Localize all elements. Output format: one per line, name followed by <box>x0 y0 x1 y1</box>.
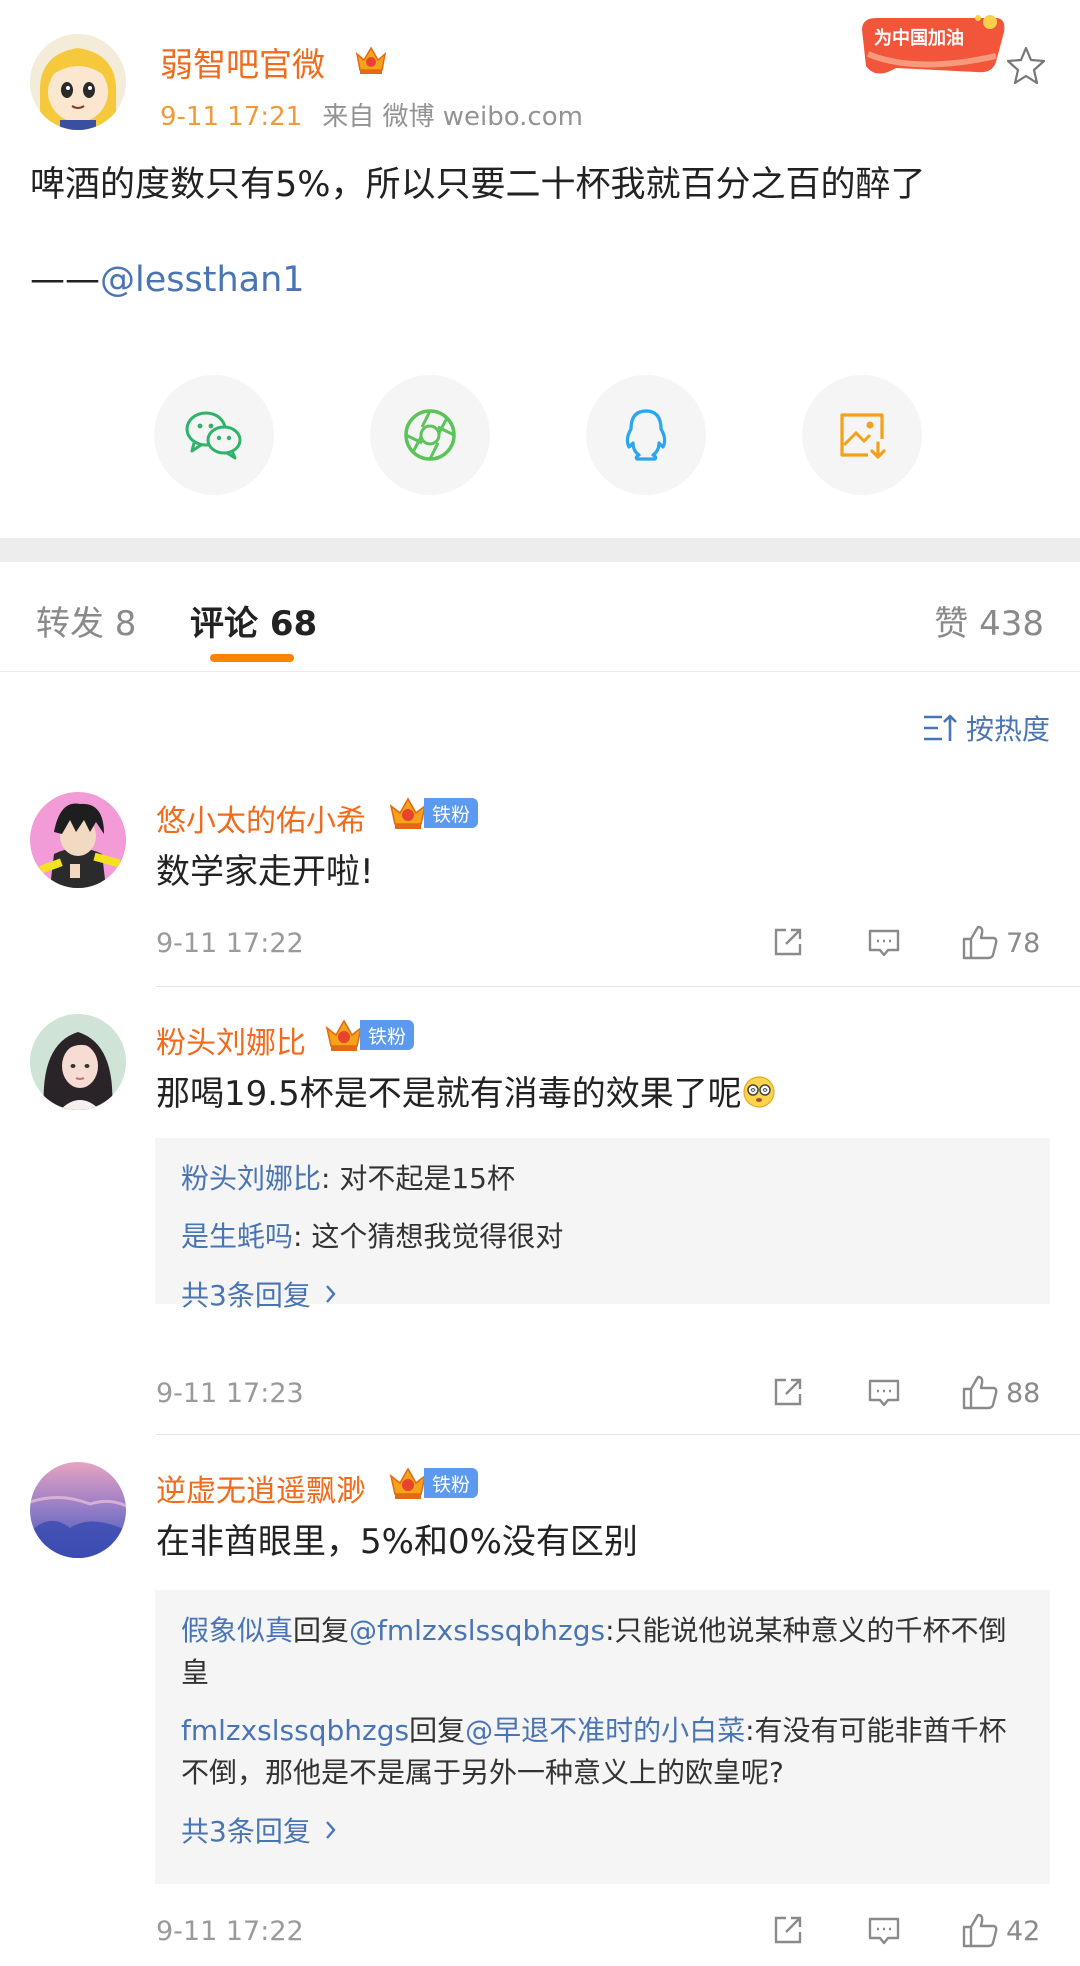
post-meta: 9-11 17:21 来自 微博 weibo.com <box>160 96 583 133</box>
comment-divider <box>156 1434 1080 1435</box>
like-icon[interactable] <box>958 1908 1002 1952</box>
post-source: 来自 微博 weibo.com <box>322 102 583 132</box>
vip-crown-icon <box>355 46 387 74</box>
comment-item: 逆虚无逍遥飘渺 铁粉 在非酋眼里，5%和0%没有区别 假象似真回复@fmlzxs… <box>0 1462 1080 1966</box>
comment-time: 9-11 17:22 <box>156 1916 304 1947</box>
reply-text: : 这个猜想我觉得很对 <box>293 1220 564 1253</box>
reply-icon[interactable] <box>862 1908 906 1952</box>
weibo-post: 弱智吧官微 9-11 17:21 来自 微博 weibo.com 为中国加油 啤酒… <box>0 0 1080 538</box>
chevron-right-icon <box>325 1821 336 1839</box>
fan-badge: 铁粉 <box>388 794 479 832</box>
active-tab-indicator <box>210 654 294 662</box>
tab-like[interactable]: 赞 438 <box>934 596 1044 645</box>
reply-mention[interactable]: @早退不准时的小白菜 <box>465 1714 745 1747</box>
save-image-icon <box>840 413 886 459</box>
reply-icon[interactable] <box>862 1370 906 1414</box>
fan-badge: 铁粉 <box>388 1464 479 1502</box>
author-name[interactable]: 弱智吧官微 <box>160 38 325 86</box>
fan-crown-icon <box>389 797 427 829</box>
cheer-china-badge: 为中国加油 <box>856 10 1008 80</box>
reply-line: fmlzxslssqbhzgs回复@早退不准时的小白菜:有没有可能非酋千杯不倒，… <box>181 1710 1024 1794</box>
commenter-avatar[interactable] <box>30 1462 126 1558</box>
save-image-button[interactable] <box>802 375 922 495</box>
tab-repost[interactable]: 转发 8 <box>36 596 136 645</box>
more-replies-link[interactable]: 共3条回复 <box>181 1810 345 1850</box>
commenter-avatar[interactable] <box>30 792 126 888</box>
qq-icon <box>625 409 667 461</box>
comment-time: 9-11 17:23 <box>156 1378 304 1409</box>
wechat-icon <box>185 411 242 460</box>
reply-text: : 对不起是15杯 <box>321 1162 515 1195</box>
post-text: 啤酒的度数只有5%，所以只要二十杯我就百分之百的醉了 <box>30 165 926 205</box>
author-avatar[interactable] <box>30 34 126 130</box>
comment-footer: 9-11 17:23 88 <box>156 1370 1050 1420</box>
fan-badge: 铁粉 <box>324 1016 415 1054</box>
cheer-china-text: 为中国加油 <box>874 27 964 49</box>
commenter-avatar[interactable] <box>30 1014 126 1110</box>
reply-line: 是生蚝吗: 这个猜想我觉得很对 <box>181 1216 1024 1258</box>
like-count: 88 <box>1006 1378 1041 1409</box>
commenter-name[interactable]: 逆虚无逍遥飘渺 <box>156 1466 366 1510</box>
moments-icon <box>404 409 456 461</box>
reply-verb: 回复 <box>409 1714 466 1747</box>
dizzy-face-emoji-icon <box>743 1076 775 1108</box>
comment-text: 那喝19.5杯是不是就有消毒的效果了呢 <box>156 1066 776 1115</box>
reply-user[interactable]: 假象似真 <box>181 1614 293 1647</box>
reply-preview-box[interactable]: 假象似真回复@fmlzxslssqbhzgs:只能说他说某种意义的千杯不倒皇 f… <box>155 1590 1050 1884</box>
signature-dash: —— <box>30 260 100 300</box>
fan-label: 铁粉 <box>424 1468 479 1498</box>
fan-crown-icon <box>389 1467 427 1499</box>
reply-user[interactable]: 粉头刘娜比 <box>181 1162 321 1195</box>
comment-divider <box>156 986 1080 987</box>
like-icon[interactable] <box>958 1370 1002 1414</box>
more-replies-label: 共3条回复 <box>181 1815 311 1848</box>
section-divider <box>0 538 1080 562</box>
sort-by-heat-button[interactable]: 按热度 <box>922 708 1050 748</box>
comment-text-body: 那喝19.5杯是不是就有消毒的效果了呢 <box>156 1074 742 1114</box>
reply-mention[interactable]: @fmlzxslssqbhzgs <box>349 1614 605 1647</box>
reply-user[interactable]: fmlzxslssqbhzgs <box>181 1714 409 1747</box>
post-time: 9-11 17:21 <box>160 102 303 132</box>
reply-user[interactable]: 是生蚝吗 <box>181 1220 293 1253</box>
share-qq-button[interactable] <box>586 375 706 495</box>
share-wechat-button[interactable] <box>154 375 274 495</box>
sort-label: 按热度 <box>965 713 1050 746</box>
share-moments-button[interactable] <box>370 375 490 495</box>
comment-footer: 9-11 17:22 42 <box>156 1908 1050 1958</box>
comment-item: 悠小太的佑小希 铁粉 数学家走开啦! 9-11 17:22 78 <box>0 792 1080 982</box>
comment-time: 9-11 17:22 <box>156 928 304 959</box>
reply-line: 假象似真回复@fmlzxslssqbhzgs:只能说他说某种意义的千杯不倒皇 <box>181 1610 1024 1694</box>
reply-preview-box[interactable]: 粉头刘娜比: 对不起是15杯 是生蚝吗: 这个猜想我觉得很对 共3条回复 <box>155 1138 1050 1312</box>
comment-text: 数学家走开啦! <box>156 852 374 892</box>
like-count: 78 <box>1006 928 1041 959</box>
fan-label: 铁粉 <box>360 1020 415 1050</box>
reply-icon[interactable] <box>862 920 906 964</box>
reply-line: 粉头刘娜比: 对不起是15杯 <box>181 1158 1024 1200</box>
comment-footer: 9-11 17:22 78 <box>156 920 1050 970</box>
reply-verb: 回复 <box>293 1614 350 1647</box>
forward-icon[interactable] <box>766 1908 810 1952</box>
like-icon[interactable] <box>958 920 1002 964</box>
comment-item: 粉头刘娜比 铁粉 那喝19.5杯是不是就有消毒的效果了呢 粉头刘娜比: 对不起是… <box>0 1014 1080 1434</box>
tab-bar: 转发 8 评论 68 赞 438 <box>0 562 1080 672</box>
chevron-right-icon <box>325 1285 336 1303</box>
like-count: 42 <box>1006 1916 1041 1947</box>
commenter-name[interactable]: 悠小太的佑小希 <box>156 796 366 840</box>
comment-text: 在非酋眼里，5%和0%没有区别 <box>156 1522 638 1562</box>
mention-link[interactable]: @lessthan1 <box>100 260 305 300</box>
share-row <box>0 375 1080 495</box>
tab-comment[interactable]: 评论 68 <box>190 596 317 645</box>
forward-icon[interactable] <box>766 920 810 964</box>
more-replies-link[interactable]: 共3条回复 <box>181 1274 345 1314</box>
commenter-name[interactable]: 粉头刘娜比 <box>156 1018 306 1062</box>
fan-crown-icon <box>325 1019 363 1051</box>
sort-icon <box>923 714 957 741</box>
forward-icon[interactable] <box>766 1370 810 1414</box>
more-replies-label: 共3条回复 <box>181 1279 311 1312</box>
fan-label: 铁粉 <box>424 798 479 828</box>
post-signature: ——@lessthan1 <box>30 260 305 300</box>
favorite-star-icon[interactable] <box>1004 44 1048 88</box>
